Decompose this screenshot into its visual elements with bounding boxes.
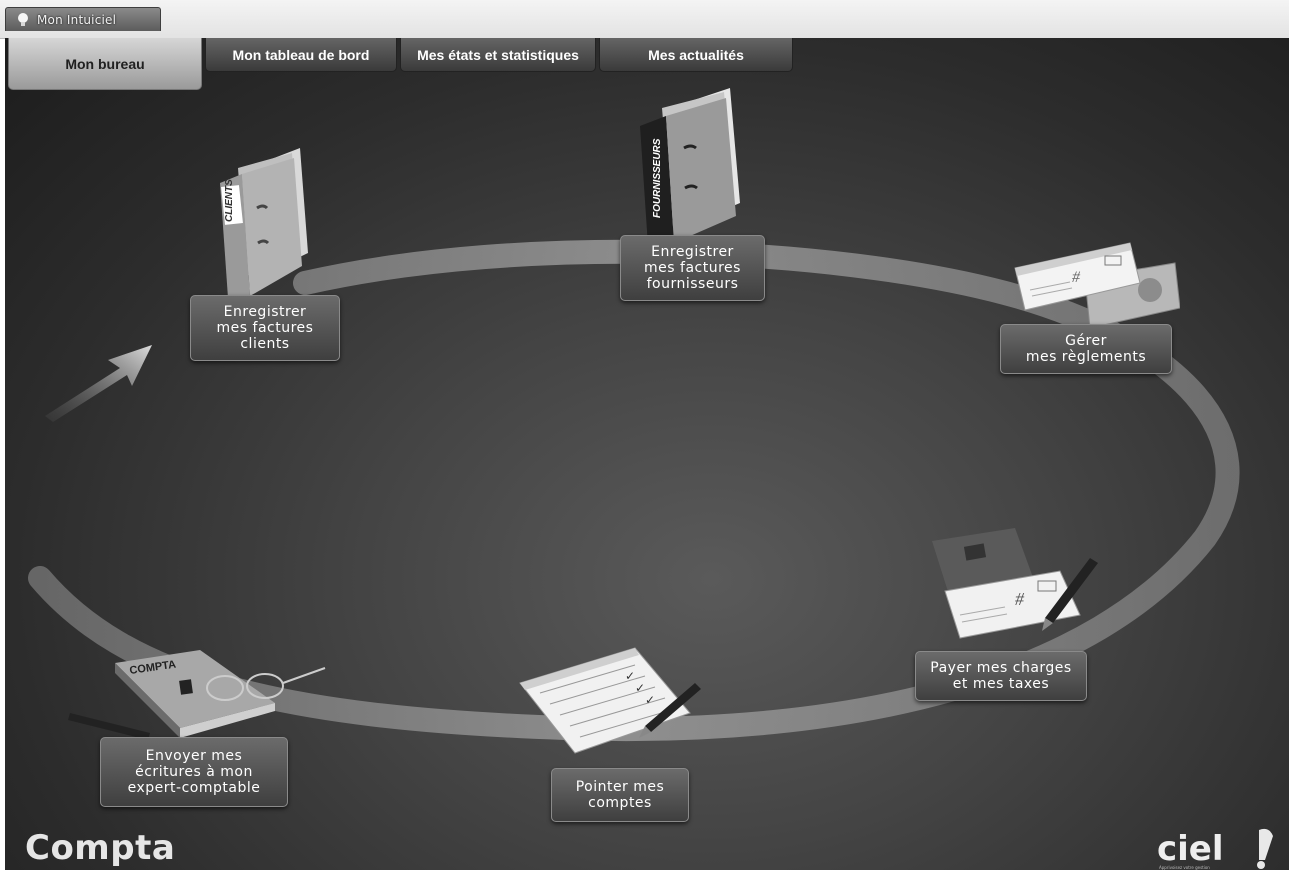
step-envoyer[interactable]: COMPTA Envoyer mes écritures à mon exper… — [60, 638, 340, 813]
step-clients[interactable]: CLIENTS Enregistrer mes factures clients — [180, 148, 350, 368]
arrow-icon — [45, 345, 152, 422]
app-tab-mon-intuiciel[interactable]: Mon Intuiciel — [5, 7, 161, 31]
step-label-box: Pointer mes comptes — [551, 768, 689, 822]
brand-tagline: Apprivoisez votre gestion — [1159, 865, 1210, 870]
step-charges[interactable]: # Payer mes charges et mes taxes — [910, 523, 1098, 703]
step-label-box: Enregistrer mes factures fournisseurs — [620, 235, 765, 301]
step-pointer[interactable]: ✓ ✓ ✓ Pointer mes comptes — [515, 638, 705, 828]
tab-label: Mes états et statistiques — [417, 46, 579, 63]
svg-text:✓: ✓ — [635, 681, 645, 695]
binder-icon: FOURNISSEURS — [640, 88, 740, 246]
tab-mon-bureau[interactable]: Mon bureau — [8, 38, 202, 90]
step-reglements[interactable]: # Gérer mes règlements — [990, 238, 1180, 378]
step-label-box: Gérer mes règlements — [1000, 324, 1172, 374]
svg-text:✓: ✓ — [645, 693, 655, 707]
desktop-stage: Mon bureau Mon tableau de bord Mes états… — [5, 38, 1289, 870]
svg-text:#: # — [1072, 269, 1081, 286]
tab-label: Mon bureau — [65, 55, 145, 72]
pen-icon — [68, 713, 150, 740]
tab-mes-actualites[interactable]: Mes actualités — [599, 38, 793, 72]
step-fournisseurs[interactable]: FOURNISSEURS Enregistrer mes factures fo… — [605, 88, 775, 308]
binder-icon: CLIENTS — [220, 148, 308, 298]
svg-text:✓: ✓ — [625, 669, 635, 683]
module-title: Compta — [25, 828, 176, 868]
cheque-icon: # — [1014, 242, 1180, 329]
tab-mon-tableau-de-bord[interactable]: Mon tableau de bord — [205, 38, 397, 72]
brand-name: ciel — [1157, 829, 1224, 869]
binder-label: FOURNISSEURS — [652, 138, 663, 218]
lightbulb-icon — [12, 9, 34, 31]
ciel-logo: ciel Apprivoisez votre gestion — [1157, 828, 1283, 870]
tab-mes-etats-statistiques[interactable]: Mes états et statistiques — [400, 38, 596, 72]
app-tab-label: Mon Intuiciel — [37, 12, 117, 27]
step-label-box: Payer mes charges et mes taxes — [915, 651, 1087, 701]
accounting-book-icon: COMPTA — [68, 650, 326, 740]
checkbook-icon: # — [932, 528, 1098, 639]
svg-text:#: # — [1015, 589, 1025, 609]
step-label-box: Enregistrer mes factures clients — [190, 295, 340, 361]
step-label-box: Envoyer mes écritures à mon expert-compt… — [100, 737, 288, 807]
top-bar: Mon Intuiciel — [0, 0, 1289, 39]
tab-label: Mes actualités — [648, 46, 744, 63]
tab-label: Mon tableau de bord — [232, 46, 370, 63]
binder-label: CLIENTS — [224, 179, 235, 222]
checklist-icon: ✓ ✓ ✓ — [519, 647, 701, 754]
